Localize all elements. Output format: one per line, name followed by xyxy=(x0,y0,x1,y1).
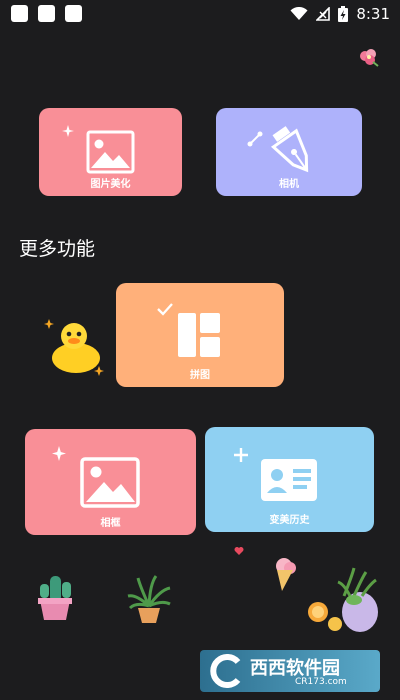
clock-time: 8:31 xyxy=(356,5,390,23)
no-signal-icon xyxy=(316,7,331,21)
beauty-history-label: 变美历史 xyxy=(269,515,310,526)
image-icon xyxy=(62,125,135,174)
status-bar: 8:31 xyxy=(0,0,400,28)
image-icon xyxy=(52,446,140,508)
photo-frame-card[interactable]: 相框 xyxy=(25,429,196,535)
camera-label: 相机 xyxy=(279,179,299,190)
plant-sticker-icon xyxy=(127,575,171,623)
notification-square-icon xyxy=(11,5,28,22)
id-card-icon xyxy=(234,448,317,501)
photo-beautify-label: 图片美化 xyxy=(90,179,131,190)
heart-icon xyxy=(234,547,244,555)
watermark-logo: 西西软件园 CR173.com xyxy=(200,650,380,692)
collage-card[interactable]: 拼图 xyxy=(116,283,284,387)
ice-cream-sticker-icon xyxy=(276,558,296,591)
camera-card[interactable]: 相机 xyxy=(216,108,362,196)
more-features-heading: 更多功能 xyxy=(19,238,96,260)
duck-sticker-icon xyxy=(44,319,104,376)
collage-label: 拼图 xyxy=(190,370,210,381)
succulent-pot-sticker-icon xyxy=(308,567,378,632)
notification-square-icon xyxy=(38,5,55,22)
cactus-sticker-icon xyxy=(38,576,72,620)
photo-frame-label: 相框 xyxy=(100,518,121,529)
battery-charging-icon xyxy=(338,6,349,22)
wifi-icon xyxy=(290,7,308,20)
pen-nib-icon xyxy=(247,126,309,173)
collage-layout-icon xyxy=(157,303,220,357)
watermark-c-logo-icon xyxy=(210,654,241,688)
flower-sticker-icon xyxy=(360,49,379,67)
beauty-history-card[interactable]: 变美历史 xyxy=(205,427,374,532)
photo-beautify-card[interactable]: 图片美化 xyxy=(39,108,182,196)
notification-square-icon xyxy=(65,5,82,22)
watermark-sub-text: CR173.com xyxy=(295,677,347,687)
